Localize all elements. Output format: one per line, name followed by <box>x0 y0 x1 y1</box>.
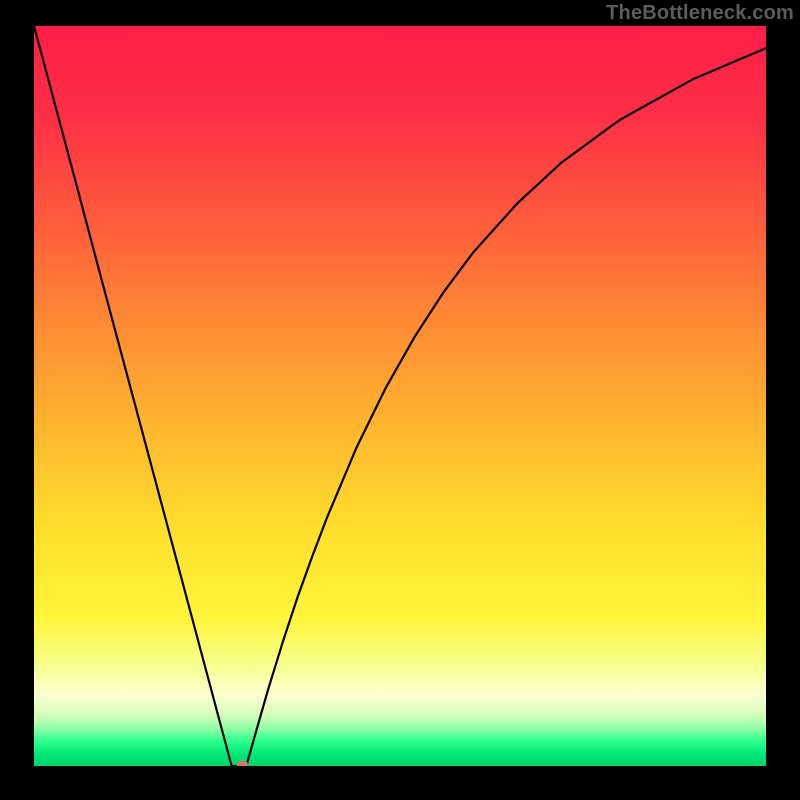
gradient-background <box>34 26 766 766</box>
watermark-text: TheBottleneck.com <box>606 2 794 25</box>
plot-area <box>34 26 766 766</box>
chart-frame: TheBottleneck.com <box>0 0 800 800</box>
plot-svg <box>34 26 766 766</box>
